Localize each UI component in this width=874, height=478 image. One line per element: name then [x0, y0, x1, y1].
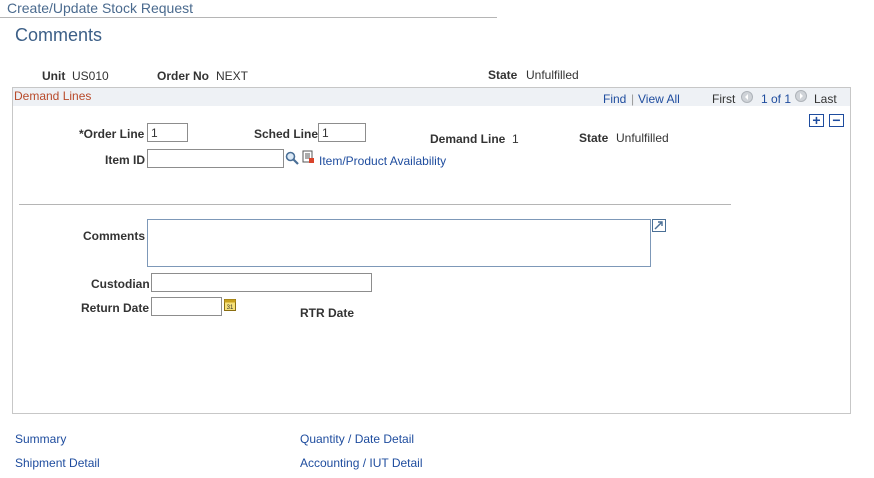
page-title: Comments [15, 25, 103, 45]
grid-title: Demand Lines [14, 89, 92, 103]
section-divider [19, 204, 731, 205]
find-link[interactable]: Find [603, 92, 626, 106]
sched-line-label: Sched Line [254, 127, 319, 141]
summary-link[interactable]: Summary [15, 432, 66, 446]
custodian-input[interactable] [151, 273, 372, 292]
lookup-search-icon[interactable] [285, 151, 299, 168]
rtr-date-label: RTR Date [300, 306, 355, 320]
item-id-label: Item ID [105, 153, 146, 167]
sched-line-input[interactable] [318, 123, 366, 142]
demand-line-value: 1 [512, 132, 519, 146]
custodian-label: Custodian [91, 277, 150, 291]
page-header: Create/Update Stock Request [7, 0, 193, 16]
unit-value: US010 [72, 69, 109, 83]
order-line-label: *Order Line [79, 127, 145, 141]
comments-label: Comments [83, 229, 146, 243]
find-separator: | [631, 92, 635, 106]
add-row-button[interactable]: + [809, 113, 824, 127]
item-product-availability-link[interactable]: Item/Product Availability [319, 154, 446, 168]
unit-label: Unit [42, 69, 66, 83]
calendar-icon[interactable]: 31 [224, 298, 236, 314]
demand-line-label: Demand Line [430, 132, 506, 146]
comments-textarea[interactable] [147, 219, 651, 267]
order-line-input[interactable] [147, 123, 188, 142]
return-date-label: Return Date [81, 301, 150, 315]
accounting-iut-detail-link[interactable]: Accounting / IUT Detail [300, 456, 423, 470]
previous-arrow-icon[interactable] [741, 91, 753, 103]
return-date-input[interactable] [151, 297, 222, 316]
last-label: Last [814, 92, 837, 106]
availability-report-icon[interactable] [302, 150, 315, 167]
order-no-value: NEXT [216, 69, 249, 83]
page-info: 1 of 1 [761, 92, 792, 106]
next-arrow-icon[interactable] [795, 90, 807, 102]
header-divider [0, 17, 497, 18]
first-label: First [712, 92, 736, 106]
state-label: State [488, 68, 518, 82]
line-state-value: Unfulfilled [616, 131, 669, 145]
order-no-label: Order No [157, 69, 210, 83]
line-state-label: State [579, 131, 609, 145]
state-value: Unfulfilled [526, 68, 579, 82]
calendar-day-text: 31 [227, 305, 234, 311]
item-id-input[interactable] [147, 149, 284, 168]
expand-textarea-icon[interactable] [652, 219, 666, 235]
delete-row-button[interactable]: − [829, 113, 844, 127]
shipment-detail-link[interactable]: Shipment Detail [15, 456, 100, 470]
view-all-link[interactable]: View All [638, 92, 680, 106]
quantity-date-detail-link[interactable]: Quantity / Date Detail [300, 432, 414, 446]
